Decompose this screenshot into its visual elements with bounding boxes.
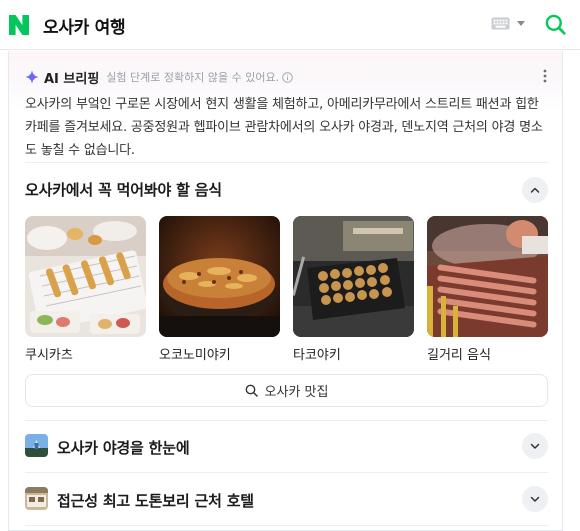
- keyboard-icon[interactable]: [491, 17, 510, 30]
- osaka-night-view-thumbnail[interactable]: [25, 434, 48, 457]
- divider: [25, 162, 548, 163]
- more-search-button[interactable]: 오사카 맛집: [25, 374, 548, 407]
- ai-briefing-card: AI 브리핑 실험 단계로 정확하지 않을 수 있어요. 오사카의 부엌인 구로…: [8, 51, 563, 531]
- food-card[interactable]: 쿠시카츠: [25, 216, 146, 363]
- food-label: 길거리 음식: [427, 348, 491, 363]
- search-icon: [245, 384, 258, 397]
- chevron-down-icon: [530, 496, 540, 502]
- collapse-button[interactable]: [522, 177, 548, 203]
- naver-logo-icon[interactable]: [8, 14, 30, 36]
- expand-button[interactable]: [522, 486, 548, 512]
- food-label: 쿠시카츠: [25, 348, 73, 363]
- street-food-image[interactable]: [427, 216, 548, 337]
- food-card[interactable]: 오코노미야키: [159, 216, 280, 363]
- search-header: 오사카 여행: [0, 0, 580, 50]
- chevron-down-icon: [530, 443, 540, 449]
- ai-briefing-summary: 오사카의 부엌인 구로몬 시장에서 현지 생활을 체험하고, 아메리카무라에서 …: [25, 97, 543, 158]
- food-card[interactable]: 타코야키: [293, 216, 414, 363]
- more-options-icon[interactable]: [543, 69, 547, 83]
- ai-sparkle-icon: [25, 70, 39, 84]
- collapsed-section-title[interactable]: 접근성 최고 도톤보리 근처 호텔: [57, 490, 254, 511]
- search-icon[interactable]: [545, 14, 566, 35]
- divider: [25, 420, 548, 421]
- takoyaki-image[interactable]: [293, 216, 414, 337]
- search-query[interactable]: 오사카 여행: [43, 13, 126, 38]
- divider: [25, 472, 548, 473]
- kushikatsu-image[interactable]: [25, 216, 146, 337]
- expand-button[interactable]: [522, 433, 548, 459]
- collapsed-section-title[interactable]: 오사카 야경을 한눈에: [57, 437, 190, 458]
- food-label: 타코야키: [293, 348, 341, 363]
- food-section-title[interactable]: 오사카에서 꼭 먹어봐야 할 음식: [25, 179, 222, 200]
- ai-briefing-header: AI 브리핑 실험 단계로 정확하지 않을 수 있어요.: [25, 67, 293, 87]
- more-search-label: 오사카 맛집: [264, 385, 329, 400]
- keyboard-dropdown-chevron-icon[interactable]: [517, 21, 525, 26]
- divider: [25, 525, 548, 526]
- hotel-thumbnail[interactable]: [25, 487, 48, 510]
- info-icon[interactable]: [282, 71, 293, 83]
- food-label: 오코노미야키: [159, 348, 231, 363]
- ai-briefing-title: AI 브리핑: [44, 71, 100, 87]
- food-card[interactable]: 길거리 음식: [427, 216, 548, 363]
- ai-briefing-disclaimer: 실험 단계로 정확하지 않을 수 있어요.: [106, 71, 280, 84]
- okonomiyaki-image[interactable]: [159, 216, 280, 337]
- chevron-up-icon: [530, 187, 540, 193]
